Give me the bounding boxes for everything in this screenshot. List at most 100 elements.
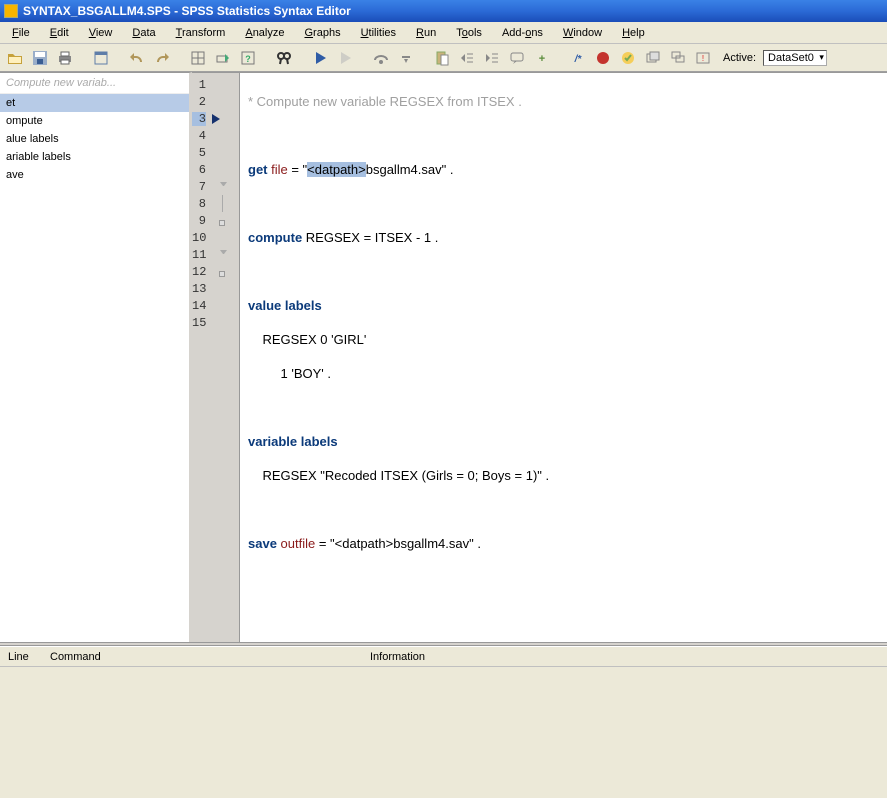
title-bar: SYNTAX_BSGALLM4.SPS - SPSS Statistics Sy…: [0, 0, 887, 22]
menu-view[interactable]: View: [81, 25, 121, 41]
step-over-button[interactable]: [370, 47, 392, 69]
editor: 1 2 3 4 5 6 7 8 9 10 11 12 13 14 15 * Co…: [192, 72, 887, 642]
validate-button[interactable]: [617, 47, 639, 69]
print-button[interactable]: [54, 47, 76, 69]
menu-transform[interactable]: Transform: [168, 25, 234, 41]
output-body: [0, 667, 887, 798]
nav-item-value-labels[interactable]: alue labels: [0, 130, 189, 148]
run-selection-button[interactable]: [309, 47, 331, 69]
step-into-button[interactable]: [395, 47, 417, 69]
paste-icon: [434, 50, 450, 66]
line-number: 13: [192, 282, 206, 296]
line-number: 6: [192, 163, 206, 177]
breakpoint-button[interactable]: [592, 47, 614, 69]
window-title: SYNTAX_BSGALLM4.SPS - SPSS Statistics Sy…: [23, 4, 351, 18]
goto-case-button[interactable]: [187, 47, 209, 69]
svg-text:/*: /*: [574, 54, 583, 65]
menu-help[interactable]: Help: [614, 25, 653, 41]
code-text: bsgallm4.sav" .: [366, 162, 454, 177]
menu-run[interactable]: Run: [408, 25, 444, 41]
paste-button[interactable]: [431, 47, 453, 69]
syntax-format-button[interactable]: /*: [567, 47, 589, 69]
menu-utilities[interactable]: Utilities: [353, 25, 404, 41]
output-col-command[interactable]: Command: [50, 651, 370, 663]
dataset-value: DataSet0: [768, 52, 814, 64]
app-icon: [4, 4, 18, 18]
active-label: Active:: [723, 52, 756, 64]
output-col-line[interactable]: Line: [0, 651, 50, 663]
menu-edit[interactable]: Edit: [42, 25, 77, 41]
indent-button[interactable]: [481, 47, 503, 69]
menu-tools[interactable]: Tools: [448, 25, 490, 41]
fold-start-icon[interactable]: [220, 250, 227, 255]
format-icon: /*: [570, 50, 586, 66]
comment-button[interactable]: [506, 47, 528, 69]
menu-data[interactable]: Data: [124, 25, 163, 41]
cascade-button[interactable]: [667, 47, 689, 69]
run-continue-button[interactable]: [334, 47, 356, 69]
line-number: 14: [192, 299, 206, 313]
redo-button[interactable]: [151, 47, 173, 69]
dataset-selector[interactable]: DataSet0: [763, 50, 827, 66]
menu-bar: File Edit View Data Transform Analyze Gr…: [0, 22, 887, 44]
goto-icon: [215, 50, 231, 66]
code-keyword: value labels: [248, 298, 322, 313]
save-button[interactable]: [29, 47, 51, 69]
fold-end-icon[interactable]: [219, 271, 225, 277]
uncomment-button[interactable]: +: [531, 47, 553, 69]
code-keyword: variable labels: [248, 434, 338, 449]
open-button[interactable]: [4, 47, 26, 69]
line-number: 11: [192, 248, 206, 262]
code-text: REGSEX = ITSEX - 1 .: [302, 230, 438, 245]
new-window-button[interactable]: [642, 47, 664, 69]
code-text: 1 'BOY' .: [248, 366, 331, 381]
undo-icon: [129, 50, 145, 66]
code-keyword: save: [248, 536, 277, 551]
svg-text:!: !: [702, 54, 704, 63]
grid-icon: [190, 50, 206, 66]
line-number: 15: [192, 316, 206, 330]
nav-item-compute[interactable]: ompute: [0, 112, 189, 130]
current-line-arrow-icon: [212, 114, 220, 124]
find-icon: [276, 50, 292, 66]
goto-variable-button[interactable]: [212, 47, 234, 69]
nav-item-get[interactable]: et: [0, 94, 189, 112]
svg-text:?: ?: [245, 54, 251, 64]
find-button[interactable]: [273, 47, 295, 69]
menu-graphs[interactable]: Graphs: [296, 25, 348, 41]
menu-window[interactable]: Window: [555, 25, 610, 41]
main-area: Compute new variab... et ompute alue lab…: [0, 72, 887, 642]
line-number: 4: [192, 129, 206, 143]
step-over-icon: [373, 50, 389, 66]
comment-icon: [509, 50, 525, 66]
fold-line-icon: [222, 195, 223, 212]
code-text: REGSEX "Recoded ITSEX (Girls = 0; Boys =…: [248, 468, 549, 483]
code-keyword: get: [248, 162, 268, 177]
menu-file[interactable]: File: [4, 25, 38, 41]
cascade-icon: [670, 50, 686, 66]
undo-button[interactable]: [126, 47, 148, 69]
outdent-button[interactable]: [456, 47, 478, 69]
designate-button[interactable]: !: [692, 47, 714, 69]
redo-icon: [154, 50, 170, 66]
line-number: 12: [192, 265, 206, 279]
code-area[interactable]: * Compute new variable REGSEX from ITSEX…: [240, 73, 887, 642]
code-comment: * Compute new variable REGSEX from ITSEX…: [248, 94, 522, 109]
nav-item-save[interactable]: ave: [0, 166, 189, 184]
menu-addons[interactable]: Add-ons: [494, 25, 551, 41]
dialog-recall-button[interactable]: [90, 47, 112, 69]
variables-button[interactable]: ?: [237, 47, 259, 69]
menu-file-rest: ile: [19, 27, 30, 39]
code-subcommand: file: [268, 162, 288, 177]
output-col-information[interactable]: Information: [370, 651, 887, 663]
fold-end-icon[interactable]: [219, 220, 225, 226]
line-number: 1: [192, 78, 206, 92]
fold-start-icon[interactable]: [220, 182, 227, 187]
code-selection: <datpath>: [307, 162, 366, 177]
line-number: 9: [192, 214, 206, 228]
line-number: 7: [192, 180, 206, 194]
star-icon: !: [695, 50, 711, 66]
nav-item-variable-labels[interactable]: ariable labels: [0, 148, 189, 166]
menu-analyze[interactable]: Analyze: [237, 25, 292, 41]
line-gutter: 1 2 3 4 5 6 7 8 9 10 11 12 13 14 15: [192, 73, 240, 642]
